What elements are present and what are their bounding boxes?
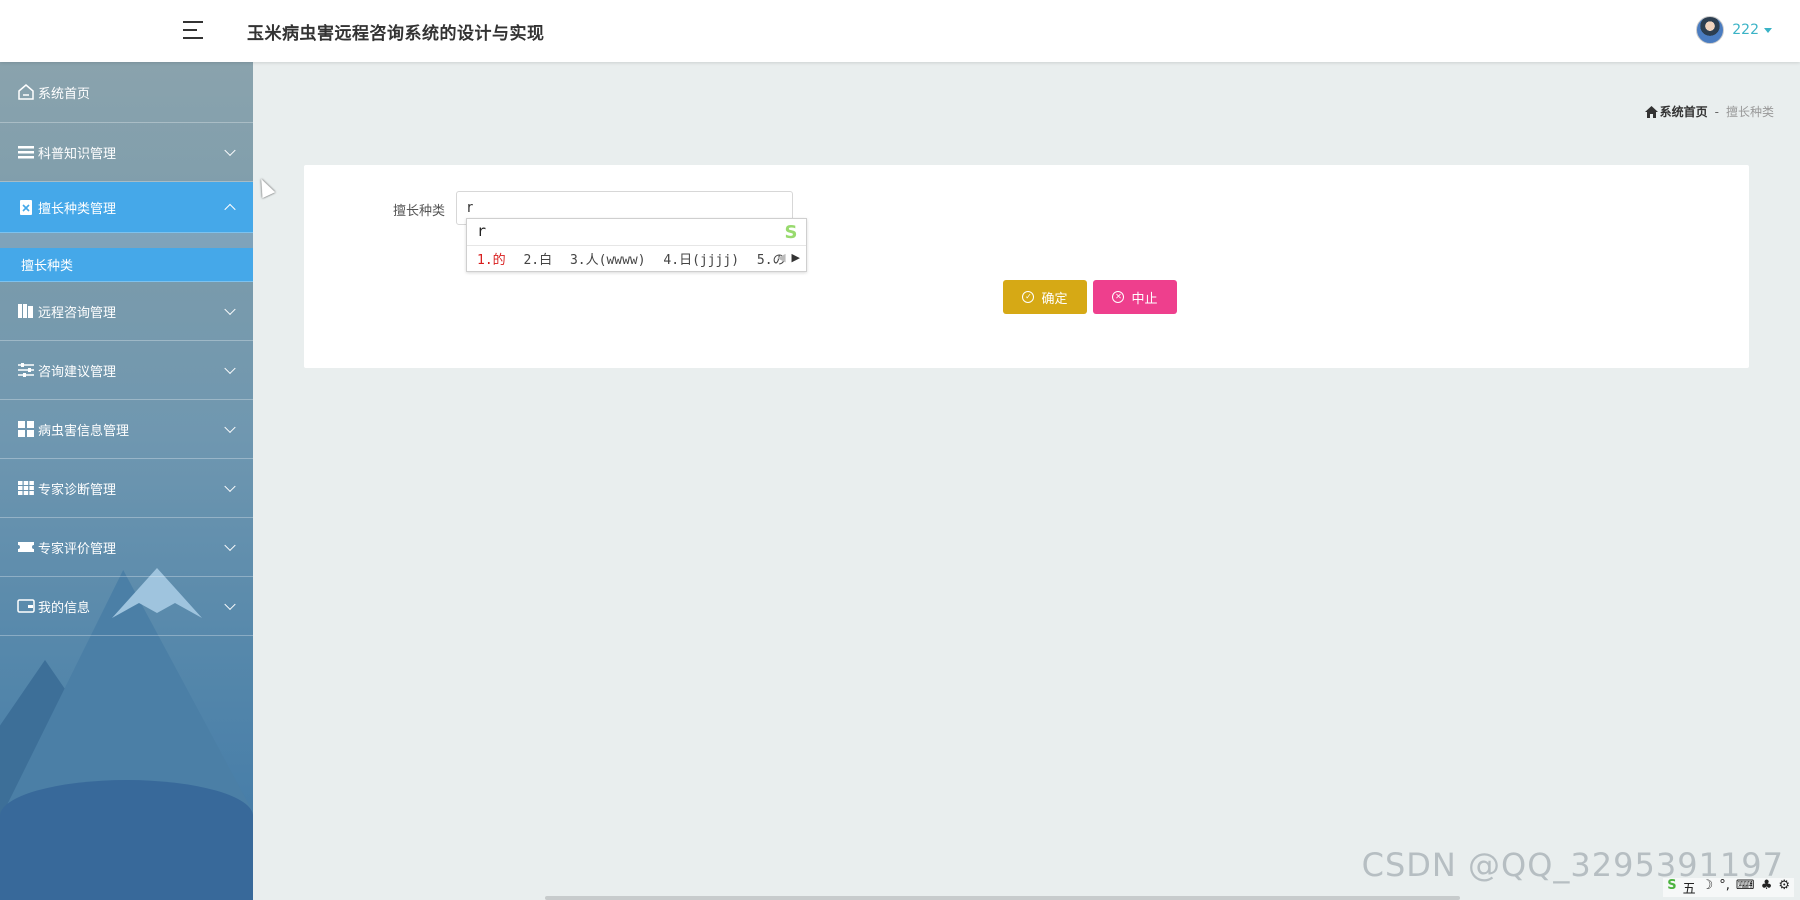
- sidebar-item-label: 我的信息: [38, 600, 91, 616]
- ime-candidate[interactable]: 2.白: [523, 253, 552, 268]
- sidebar-item-remote-consult[interactable]: 远程咨询管理: [0, 282, 253, 341]
- breadcrumb-current: 擅长种类: [1725, 105, 1774, 119]
- ime-composition: r: [477, 222, 487, 240]
- breadcrumb: 系统首页 - 擅长种类: [1644, 103, 1774, 120]
- breadcrumb-home-label[interactable]: 系统首页: [1660, 103, 1708, 120]
- sidebar-item-label: 远程咨询管理: [38, 305, 117, 321]
- sidebar-item-home[interactable]: 系统首页: [0, 62, 253, 123]
- breadcrumb-home[interactable]: 系统首页: [1644, 103, 1708, 120]
- sogou-logo-icon: S: [784, 222, 798, 243]
- tray-item[interactable]: °,: [1719, 878, 1730, 897]
- sidebar-item-diagnosis[interactable]: 专家诊断管理: [0, 459, 253, 518]
- home-icon: [1644, 105, 1658, 118]
- ime-candidate-list: 1.的 2.白 3.人(wwww) 4.日(jjjj) 5.の: [477, 249, 796, 268]
- ime-candidate[interactable]: 1.的: [477, 253, 506, 268]
- sidebar-item-evaluation[interactable]: 专家评价管理: [0, 518, 253, 577]
- sidebar-item-label: 擅长种类管理: [38, 201, 117, 217]
- book-icon: [17, 302, 35, 320]
- chevron-down-icon: [224, 421, 236, 434]
- divider: [467, 245, 806, 246]
- tray-item[interactable]: ⚙: [1778, 878, 1790, 897]
- chevron-down-icon: [224, 362, 236, 375]
- ime-candidate-popup: r S 1.的 2.白 3.人(wwww) 4.日(jjjj) 5.の ◀ ▶: [466, 218, 807, 272]
- ime-candidate[interactable]: 3.人(wwww): [570, 253, 646, 268]
- username[interactable]: 222: [1732, 22, 1759, 38]
- tray-item[interactable]: ⌨: [1736, 878, 1755, 897]
- avatar[interactable]: [1696, 16, 1725, 44]
- menu-toggle-icon[interactable]: [183, 18, 207, 42]
- tray-item[interactable]: 五: [1683, 878, 1696, 897]
- confirm-button-label: 确定: [1041, 290, 1068, 306]
- sidebar-item-specialty[interactable]: 擅长种类管理: [0, 182, 253, 233]
- breadcrumb-separator: -: [1714, 104, 1719, 119]
- cancel-button[interactable]: ✕ 中止: [1093, 280, 1177, 314]
- clipboard-icon: [17, 198, 35, 216]
- chevron-down-icon: [224, 598, 236, 611]
- sidebar-item-science[interactable]: 科普知识管理: [0, 123, 253, 182]
- submenu-spacer: [0, 233, 253, 248]
- chevron-down-icon: [224, 144, 236, 157]
- sidebar-item-advice[interactable]: 咨询建议管理: [0, 341, 253, 400]
- chevron-down-icon: [224, 539, 236, 552]
- prev-page-icon[interactable]: ◀: [777, 251, 785, 264]
- sidebar-item-label: 系统首页: [38, 86, 91, 102]
- grid-icon: [17, 420, 35, 438]
- ime-toolbar: S 五 ☽ °, ⌨ ♣ ⚙: [1663, 878, 1794, 897]
- caret-down-icon[interactable]: [1764, 27, 1772, 33]
- sliders-icon: [17, 361, 35, 379]
- ime-candidate[interactable]: 4.日(jjjj): [663, 253, 739, 268]
- chevron-down-icon: [224, 303, 236, 316]
- cancel-button-label: 中止: [1131, 290, 1158, 306]
- list-icon: [17, 143, 35, 161]
- confirm-button[interactable]: ✓ 确定: [1003, 280, 1087, 314]
- sogou-tray-icon[interactable]: S: [1667, 878, 1676, 897]
- table-icon: [17, 479, 35, 497]
- ticket-icon: [17, 538, 35, 556]
- horizontal-scrollbar[interactable]: [545, 896, 1460, 900]
- chevron-down-icon: [224, 480, 236, 493]
- top-bar: 玉米病虫害远程咨询系统的设计与实现 222: [0, 0, 1800, 62]
- wallet-icon: [17, 597, 35, 615]
- app-title: 玉米病虫害远程咨询系统的设计与实现: [247, 24, 545, 44]
- sidebar-item-label: 病虫害信息管理: [38, 423, 130, 439]
- sidebar-subitem-specialty[interactable]: 擅长种类: [0, 248, 253, 282]
- ime-page-nav: ◀ ▶: [777, 251, 800, 264]
- user-menu[interactable]: 222: [1696, 16, 1772, 44]
- hill-decoration: [0, 780, 253, 900]
- sidebar-menu: 系统首页 科普知识管理 擅长种类管理 擅长种类 远程咨询管理 咨询建议管理 病虫…: [0, 62, 253, 636]
- tray-item[interactable]: ☽: [1702, 878, 1714, 897]
- tray-item[interactable]: ♣: [1761, 878, 1773, 897]
- sidebar-item-label: 专家诊断管理: [38, 482, 117, 498]
- specialty-field-label: 擅长种类: [393, 204, 446, 219]
- next-page-icon[interactable]: ▶: [792, 251, 800, 264]
- sidebar-item-my-info[interactable]: 我的信息: [0, 577, 253, 636]
- sidebar: 系统首页 科普知识管理 擅长种类管理 擅长种类 远程咨询管理 咨询建议管理 病虫…: [0, 62, 253, 900]
- chevron-up-icon: [224, 203, 236, 216]
- close-circle-icon: ✕: [1112, 291, 1125, 303]
- sidebar-item-pest-info[interactable]: 病虫害信息管理: [0, 400, 253, 459]
- check-circle-icon: ✓: [1022, 291, 1035, 303]
- sidebar-item-label: 科普知识管理: [38, 146, 117, 162]
- sidebar-item-label: 专家评价管理: [38, 541, 117, 557]
- sidebar-item-label: 咨询建议管理: [38, 364, 117, 380]
- home-icon: [17, 83, 35, 101]
- mouse-cursor-icon: [254, 175, 276, 199]
